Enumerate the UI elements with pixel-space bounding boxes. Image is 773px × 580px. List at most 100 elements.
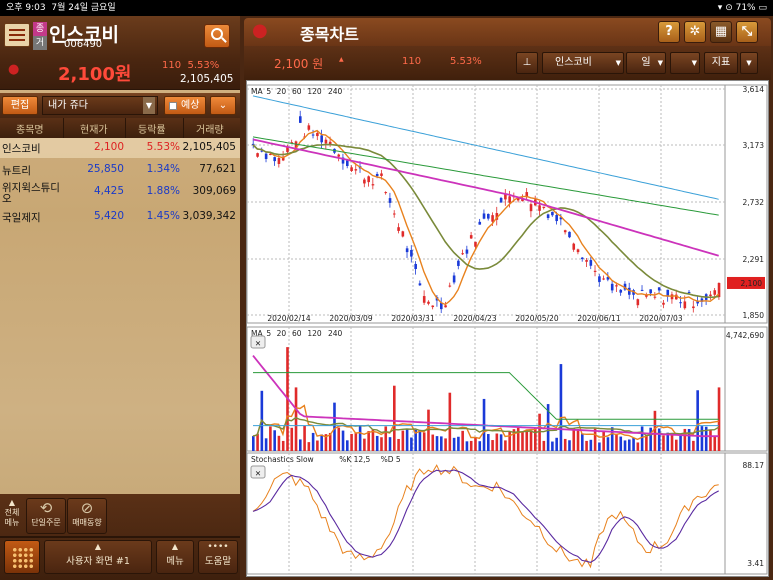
col-header-name[interactable]: 종목명	[16, 121, 44, 136]
pin-button[interactable]: ⊥	[516, 52, 538, 74]
volume-bar	[264, 438, 268, 451]
candle	[277, 157, 281, 164]
badge-top: 종	[33, 22, 47, 36]
volume-bar	[589, 439, 593, 451]
cherry-icon: ●	[252, 20, 268, 41]
current-price: 2,100원	[58, 64, 132, 85]
price-tick: 3,173	[743, 141, 765, 150]
gear-icon[interactable]: ✲	[684, 21, 706, 43]
candle	[640, 289, 644, 291]
col-header-volume[interactable]: 거래량	[196, 121, 224, 136]
candle	[563, 230, 567, 233]
group-select[interactable]: 내가 쥬다 ▼	[42, 96, 158, 115]
candle	[311, 134, 315, 136]
collapse-button[interactable]: ⌄	[210, 96, 236, 115]
candle	[337, 154, 341, 157]
candle	[581, 257, 584, 260]
candle	[418, 283, 422, 286]
single-order-button[interactable]: ⟲ 단일주문	[26, 498, 66, 534]
indicator-button[interactable]: 지표	[704, 52, 738, 74]
volume-bar	[452, 437, 456, 451]
stock-code: 006490	[64, 39, 103, 50]
legend-entry: Stochastics Slow	[251, 455, 314, 464]
volume-bar	[615, 433, 618, 451]
candle	[422, 296, 426, 303]
status-time: 오후 9:03	[6, 3, 46, 13]
menu-label: 메뉴	[166, 556, 184, 567]
chevron-down-icon: ⌄	[218, 100, 228, 111]
all-menu-button[interactable]: ▲ 전체 메뉴	[2, 498, 22, 534]
volume-bar	[337, 427, 341, 451]
volume-bar	[478, 441, 482, 451]
volume-bar	[256, 433, 259, 451]
table-row[interactable]: 국일제지 5,420 1.45% 3,039,342	[0, 207, 240, 227]
forecast-toggle[interactable]: 예상	[164, 96, 206, 115]
grid-icon	[12, 547, 34, 569]
x-axis-label: 2020/05/20	[515, 314, 558, 323]
legend-entry: %K 12,5	[339, 455, 370, 464]
stock-select-label: 인스코비	[555, 57, 592, 68]
stock-chart[interactable]: 3,614 3,173 2,732 2,291 1,850 2020/02/14 2020/…	[246, 81, 768, 576]
row-name: 뉴트리	[2, 165, 31, 177]
volume-bar	[529, 430, 533, 451]
volume-bar	[316, 440, 319, 451]
candle	[602, 278, 605, 280]
candle	[504, 194, 507, 200]
candle	[499, 197, 503, 203]
volume-bar	[440, 436, 443, 451]
help-button[interactable]: •••• 도움말	[198, 540, 238, 574]
help-label: 도움말	[204, 556, 232, 567]
col-header-price[interactable]: 현재가	[80, 121, 108, 136]
volume-bar	[444, 438, 447, 451]
badge-bottom: 거	[33, 36, 47, 50]
list-menu-icon[interactable]	[4, 23, 30, 47]
help-icon[interactable]: ?	[658, 21, 680, 43]
all-menu-label: 전체 메뉴	[4, 508, 20, 527]
keypad-button[interactable]	[4, 540, 40, 574]
col-header-pct[interactable]: 등락률	[138, 121, 166, 136]
candle	[598, 276, 601, 282]
volume-bar	[388, 437, 392, 451]
table-row[interactable]: 인스코비 2,100 5.53% 2,105,405	[0, 138, 240, 158]
volume-bar	[563, 438, 567, 451]
volume-bar	[320, 434, 323, 451]
table-row[interactable]: 위지윅스튜디 오 4,425 1.88% 309,069	[0, 180, 240, 206]
search-button[interactable]	[204, 24, 230, 48]
volume-bar	[606, 437, 610, 451]
menu-button[interactable]: ▲ 메뉴	[156, 540, 194, 574]
volume-bar	[504, 440, 507, 451]
table-row[interactable]: 뉴트리 25,850 1.34% 77,621	[0, 160, 240, 180]
group-select-label: 내가 쥬다	[48, 100, 88, 111]
row-pct: 1.34%	[146, 163, 180, 175]
status-date: 7월 24일 금요일	[51, 3, 116, 13]
volume-bar	[418, 429, 422, 451]
legend-entry: %D 5	[381, 455, 401, 464]
layout-icon[interactable]: ▦	[710, 21, 732, 43]
volume: 2,105,405	[180, 73, 234, 85]
chart-area[interactable]: 3,614 3,173 2,732 2,291 1,850 2020/02/14 2020/…	[246, 80, 769, 577]
expand-icon[interactable]: ⤡	[736, 21, 758, 43]
volume-bar	[491, 440, 494, 451]
user-screen-button[interactable]: ▲ 사용자 화면 #1	[44, 540, 152, 574]
candle	[657, 287, 661, 291]
edit-button[interactable]: 편집	[2, 96, 38, 115]
volume-bar	[636, 442, 640, 451]
row-volume: 309,069	[192, 185, 236, 197]
candle	[551, 211, 554, 216]
legend-entry: 20	[277, 87, 287, 96]
stock-select[interactable]: 인스코비 ▼	[542, 52, 624, 74]
indicator-dropdown[interactable]: ▼	[740, 52, 758, 74]
volume-bar	[581, 433, 584, 451]
candle	[576, 249, 580, 253]
chevron-down-icon: ▼	[746, 59, 752, 67]
trade-trend-button[interactable]: ⊘ 매매동향	[67, 498, 107, 534]
chart-change-pct: 5.53%	[450, 56, 482, 67]
period-select[interactable]: 일 ▼	[626, 52, 666, 74]
volume-bar	[401, 430, 405, 451]
volume-bar	[568, 440, 571, 451]
row-price: 4,425	[93, 185, 124, 197]
wifi-icon: ▾	[717, 3, 723, 13]
period-value-select[interactable]: ▼	[670, 52, 700, 74]
candle	[683, 301, 687, 309]
volume-bar	[598, 442, 601, 451]
